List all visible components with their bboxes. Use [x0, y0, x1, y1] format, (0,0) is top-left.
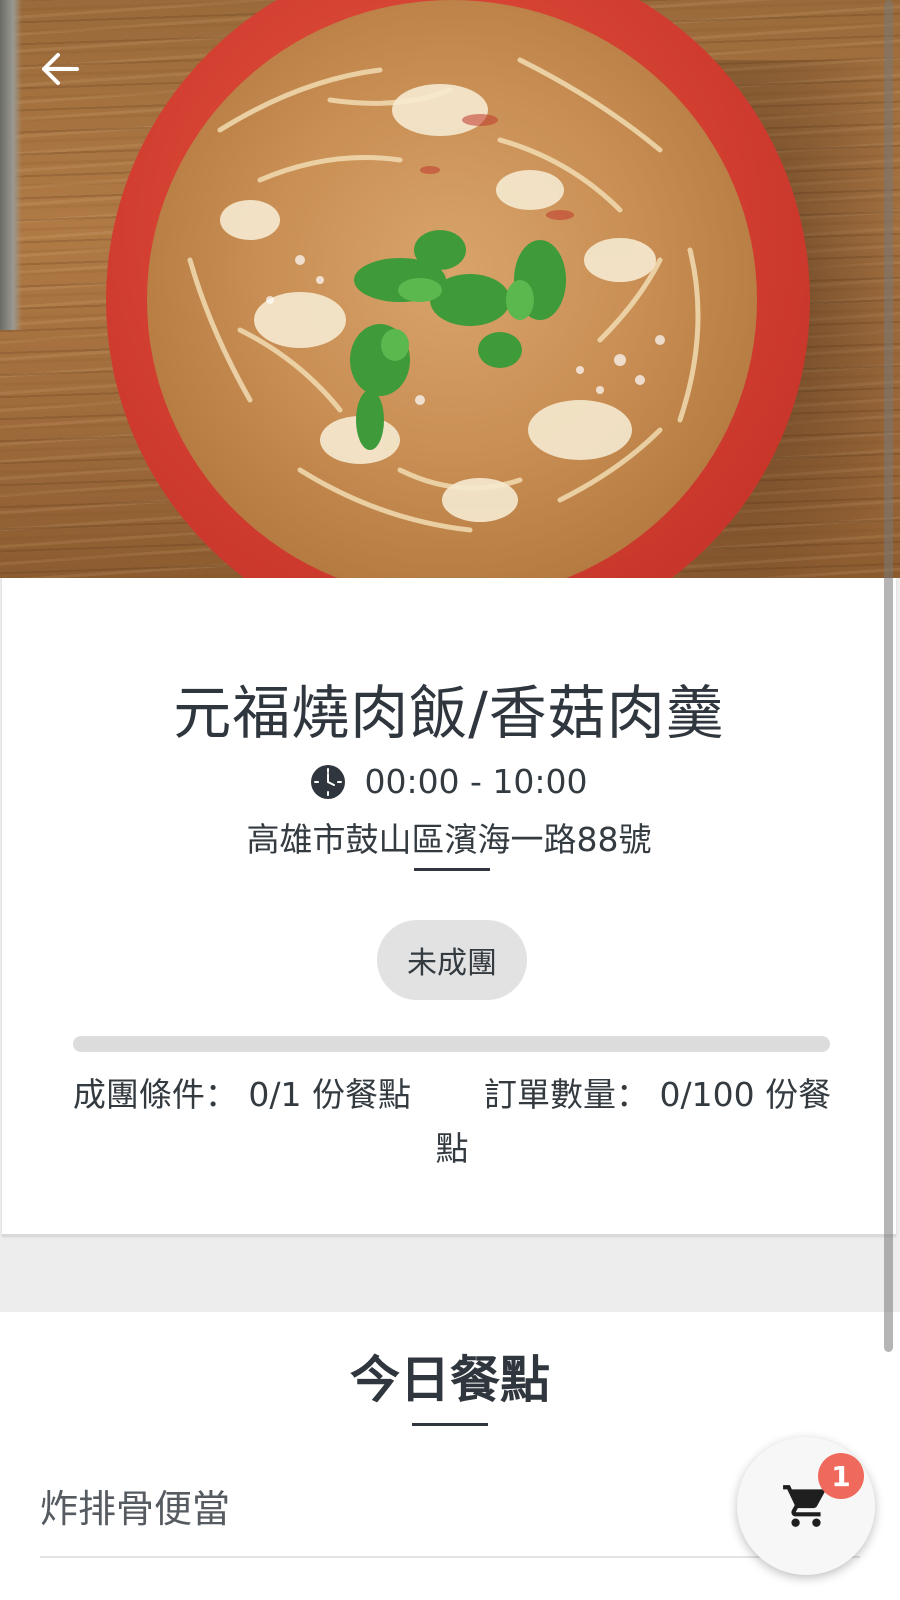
shop-info-card: 元福燒肉飯/香菇肉羹 00:00 - 10:00 高雄市鼓山區濱海一路88號 未…	[2, 578, 896, 1236]
arrow-left-icon	[42, 53, 79, 85]
shop-name: 元福燒肉飯/香菇肉羹	[173, 679, 725, 747]
clock-icon	[311, 764, 346, 799]
opening-hours-text: 00:00 - 10:00	[364, 762, 588, 801]
soup-bowl-photo	[106, 0, 810, 578]
menu-item-name: 炸排骨便當	[40, 1486, 231, 1531]
back-button[interactable]	[40, 52, 102, 110]
scrollbar[interactable]	[884, 0, 893, 1352]
menu-title: 今日餐點	[350, 1351, 550, 1409]
group-progress-bar	[73, 1036, 830, 1052]
shop-hero-image	[0, 0, 900, 578]
shop-address: 高雄市鼓山區濱海一路88號	[246, 820, 652, 859]
condition-label: 成團條件：	[72, 1075, 238, 1114]
group-conditions: 成團條件： 0/1 份餐點 訂單數量： 0/100 份餐點	[62, 1068, 842, 1176]
cart-count-badge: 1	[818, 1453, 864, 1499]
divider	[414, 868, 490, 871]
opening-hours: 00:00 - 10:00	[2, 762, 896, 801]
divider	[412, 1423, 488, 1426]
group-status-badge: 未成團	[377, 920, 527, 1000]
shop-detail-page: 元福燒肉飯/香菇肉羹 00:00 - 10:00 高雄市鼓山區濱海一路88號 未…	[0, 0, 900, 1600]
condition-value: 0/1 份餐點	[248, 1075, 411, 1114]
orders-label: 訂單數量：	[484, 1075, 649, 1114]
